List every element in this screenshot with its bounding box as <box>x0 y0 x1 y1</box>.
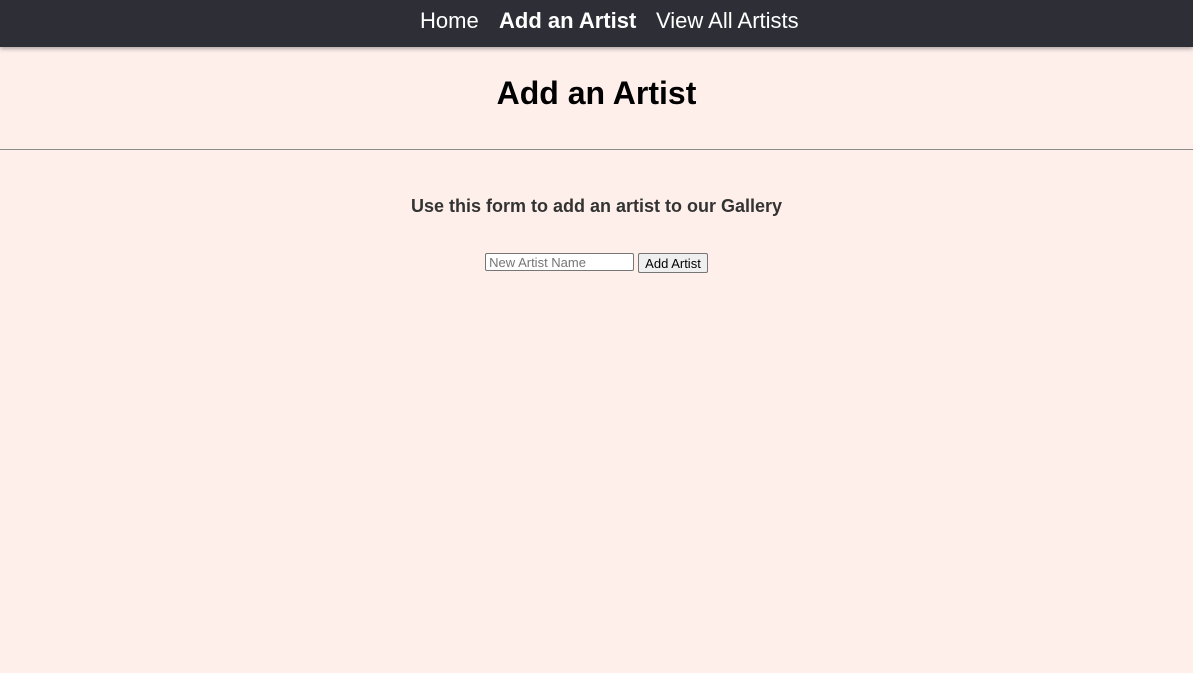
page-title: Add an Artist <box>496 75 697 111</box>
top-navigation-bar: Home Add an Artist View All Artists <box>0 0 1193 47</box>
section-divider <box>0 149 1193 150</box>
add-artist-form: Add Artist <box>0 253 1193 273</box>
form-instructions: Use this form to add an artist to our Ga… <box>410 196 783 216</box>
artist-name-input[interactable] <box>485 253 635 271</box>
nav-link-view-all-artists[interactable]: View All Artists <box>656 8 799 34</box>
nav-link-add-artist[interactable]: Add an Artist <box>499 8 636 34</box>
add-artist-button[interactable]: Add Artist <box>638 253 708 273</box>
nav-link-home[interactable]: Home <box>420 8 479 34</box>
